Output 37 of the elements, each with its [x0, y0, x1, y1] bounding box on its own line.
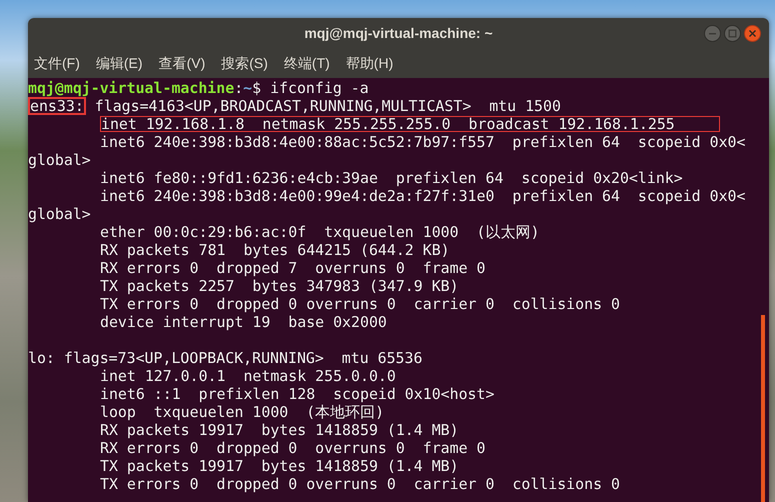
menu-item[interactable]: 查看(V): [154, 53, 210, 74]
menu-item[interactable]: 终端(T): [280, 53, 334, 74]
window-title: mqj@mqj-virtual-machine: ~: [304, 24, 493, 43]
terminal-text: TX packets 19917 bytes 1418859 (1.4 MB): [100, 457, 459, 475]
prompt-user: mqj@mqj-virtual-machine: [28, 79, 234, 97]
menu-item[interactable]: 帮助(H): [342, 53, 398, 74]
terminal-text: inet 127.0.0.1 netmask 255.0.0.0: [100, 367, 396, 385]
minimize-button[interactable]: [704, 25, 721, 42]
scrollbar[interactable]: [761, 315, 765, 502]
terminal-text: RX errors 0 dropped 7 overruns 0 frame 0: [100, 259, 486, 277]
terminal-text: TX errors 0 dropped 0 overruns 0 carrier 0 collisions 0: [100, 295, 620, 313]
terminal-text: TX errors 0 dropped 0 overruns 0 carrier 0 collisions 0: [100, 475, 620, 493]
terminal-text: lo: flags=73<UP,LOOPBACK,RUNNING> mtu 65536: [28, 349, 422, 367]
highlighted-text: ens33:: [28, 97, 86, 115]
highlighted-text: inet 192.168.1.8 netmask 255.255.255.0 broadcast 192.168.1.255: [100, 116, 720, 132]
terminal-text: ether 00:0c:29:b6:ac:0f txqueuelen 1000 (以太网): [100, 223, 540, 241]
menu-item[interactable]: 搜索(S): [217, 53, 272, 74]
terminal-text: global>: [28, 205, 91, 223]
terminal-text: flags=4163<UP,BROADCAST,RUNNING,MULTICAST> mtu 1500: [94, 97, 561, 115]
menu-item[interactable]: 文件(F): [30, 53, 84, 74]
terminal-text: RX errors 0 dropped 0 overruns 0 frame 0: [100, 439, 486, 457]
terminal-text: :: [234, 79, 244, 97]
terminal-text: TX packets 2257 bytes 347983 (347.9 KB): [100, 277, 459, 295]
terminal-text: $ ifconfig -a: [252, 79, 369, 97]
terminal-text: inet6 fe80::9fd1:6236:e4cb:39ae prefixlen 64 scopeid 0x20<link>: [100, 169, 683, 187]
terminal-text: RX packets 781 bytes 644215 (644.2 KB): [100, 241, 450, 259]
terminal-text: global>: [28, 151, 91, 169]
terminal-text: inet6 ::1 prefixlen 128 scopeid 0x10<host>: [100, 385, 494, 403]
terminal-text: loop txqueuelen 1000 (本地环回): [100, 403, 384, 421]
terminal-text: device interrupt 19 base 0x2000: [100, 313, 387, 331]
terminal-text: RX packets 19917 bytes 1418859 (1.4 MB): [100, 421, 459, 439]
prompt-path: ~: [243, 79, 252, 97]
maximize-button[interactable]: [724, 25, 741, 42]
close-button[interactable]: [744, 25, 761, 42]
menu-item[interactable]: 编辑(E): [92, 53, 147, 74]
terminal-text: inet6 240e:398:b3d8:4e00:99e4:de2a:f27f:31e0 prefixlen 64 scopeid 0x0<: [100, 187, 746, 205]
terminal-text: inet6 240e:398:b3d8:4e00:88ac:5c52:7b97:f557 prefixlen 64 scopeid 0x0<: [100, 133, 746, 151]
